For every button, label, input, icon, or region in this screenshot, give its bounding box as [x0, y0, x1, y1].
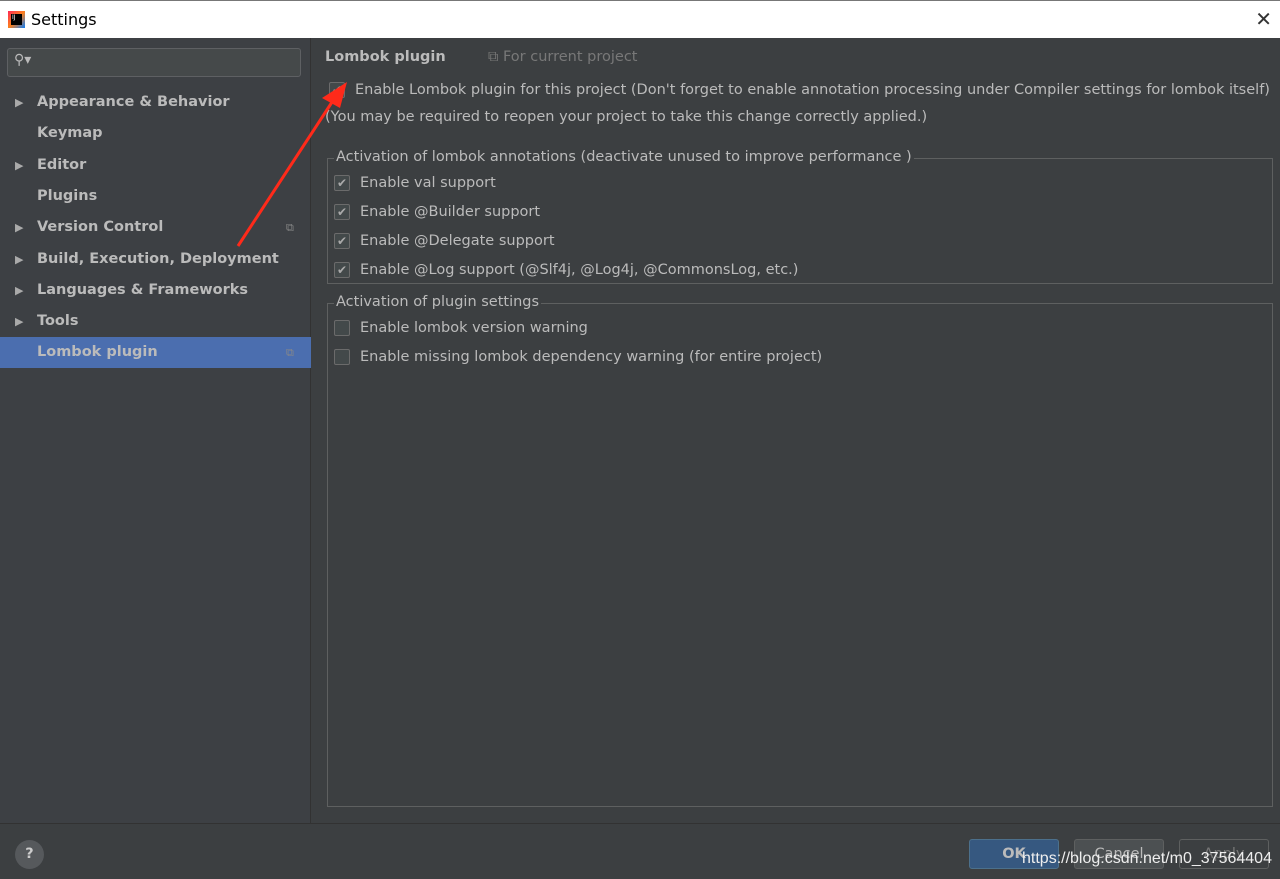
- annotation-arrow: [236, 82, 347, 247]
